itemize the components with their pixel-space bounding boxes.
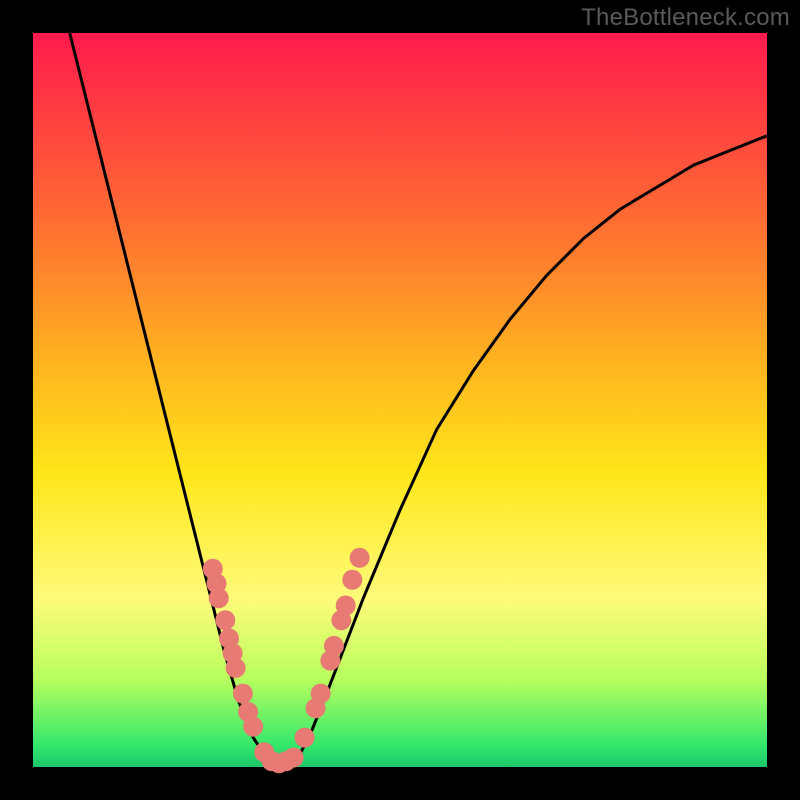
data-marker	[295, 728, 315, 748]
data-marker	[233, 684, 253, 704]
data-marker	[284, 748, 304, 768]
data-marker	[342, 570, 362, 590]
data-marker	[324, 636, 344, 656]
bottleneck-curve	[70, 33, 767, 767]
curve-line	[70, 33, 767, 767]
data-marker	[336, 596, 356, 616]
data-markers	[203, 548, 370, 774]
data-marker	[350, 548, 370, 568]
data-marker	[215, 610, 235, 630]
chart-frame: TheBottleneck.com	[0, 0, 800, 800]
chart-svg	[0, 0, 800, 800]
data-marker	[226, 658, 246, 678]
data-marker	[209, 588, 229, 608]
data-marker	[243, 717, 263, 737]
data-marker	[311, 684, 331, 704]
